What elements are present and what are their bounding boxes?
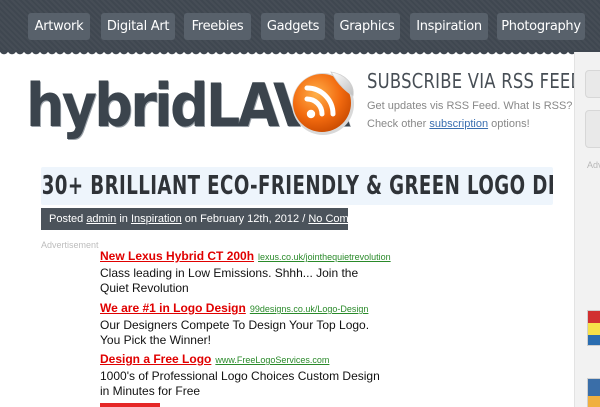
text-ad: We are #1 in Logo Design 99designs.co.uk/… [100,300,390,348]
rss-text: Check other [367,118,427,130]
post-meta-bar: Posted admin in Inspiration on February … [41,208,373,230]
top-navigation-bar: Artwork Digital Art Freebies Gadgets Gra… [0,0,600,58]
text-ad: New Lexus Hybrid CT 200h lexus.co.uk/join… [100,248,391,296]
ad-url-link[interactable]: lexus.co.uk/jointhequietrevolution [258,252,391,262]
social-button[interactable] [585,70,600,98]
post-title-text: 30+ BRILLIANT ECO-FRIENDLY & GREEN LOGO … [41,171,553,201]
ad-title-link[interactable]: New Lexus Hybrid CT 200h [100,249,254,263]
post-title[interactable]: 30+ BRILLIANT ECO-FRIENDLY & GREEN LOGO … [41,167,553,205]
meta-date: on February 12th, 2012 / [184,213,306,225]
rss-description-line: Get updates vis RSS Feed. What Is RSS? [367,100,573,112]
right-sidebar: Adv [574,52,600,407]
sidebar-ad-thumbnail[interactable] [587,310,600,346]
ad-description: Class leading in Low Emissions. Shhh... … [100,266,359,295]
author-link[interactable]: admin [86,213,116,225]
nav-item-gadgets[interactable]: Gadgets [261,13,325,40]
social-button[interactable] [585,110,600,148]
advertisement-label: Advertisement [41,240,99,250]
ad-description: Our Designers Compete To Design Your Top… [100,318,370,347]
nav-item-freebies[interactable]: Freebies [184,13,251,40]
nav-item-digital-art[interactable]: Digital Art [101,13,175,40]
site-logo[interactable]: hybridLAVA [26,56,350,156]
nav-item-artwork[interactable]: Artwork [28,13,90,40]
nav-item-photography[interactable]: Photography [497,13,585,40]
rss-subscribe-heading: SUBSCRIBE VIA RSS FEED [367,69,584,93]
rss-description: Get updates vis RSS Feed. What Is RSS? C… [367,97,577,133]
category-link[interactable]: Inspiration [131,213,182,225]
ad-title-link[interactable]: We are #1 in Logo Design [100,301,246,315]
meta-text: Posted [49,213,84,225]
ad-title-link-clipped[interactable] [100,400,160,407]
ad-title-link[interactable]: Design a Free Logo [100,352,211,366]
sidebar-advertisement-label: Adv [587,160,600,170]
subscription-link[interactable]: subscription [429,118,488,130]
comments-link[interactable]: No Comment [308,213,373,225]
rss-feed-icon[interactable] [287,66,359,138]
ad-url-link[interactable]: www.FreeLogoServices.com [215,355,329,365]
text-ad: Design a Free Logo www.FreeLogoServices.c… [100,351,390,399]
rss-text: options! [491,118,530,130]
ad-url-link[interactable]: 99designs.co.uk/Logo-Design [250,304,369,314]
ad-description: 1000's of Professional Logo Choices Cust… [100,369,380,398]
nav-item-inspiration[interactable]: Inspiration [410,13,488,40]
nav-item-graphics[interactable]: Graphics [334,13,400,40]
sidebar-ad-thumbnail[interactable] [587,378,600,407]
rss-description-line: Check other subscription options! [367,115,577,133]
meta-text: in [119,213,128,225]
